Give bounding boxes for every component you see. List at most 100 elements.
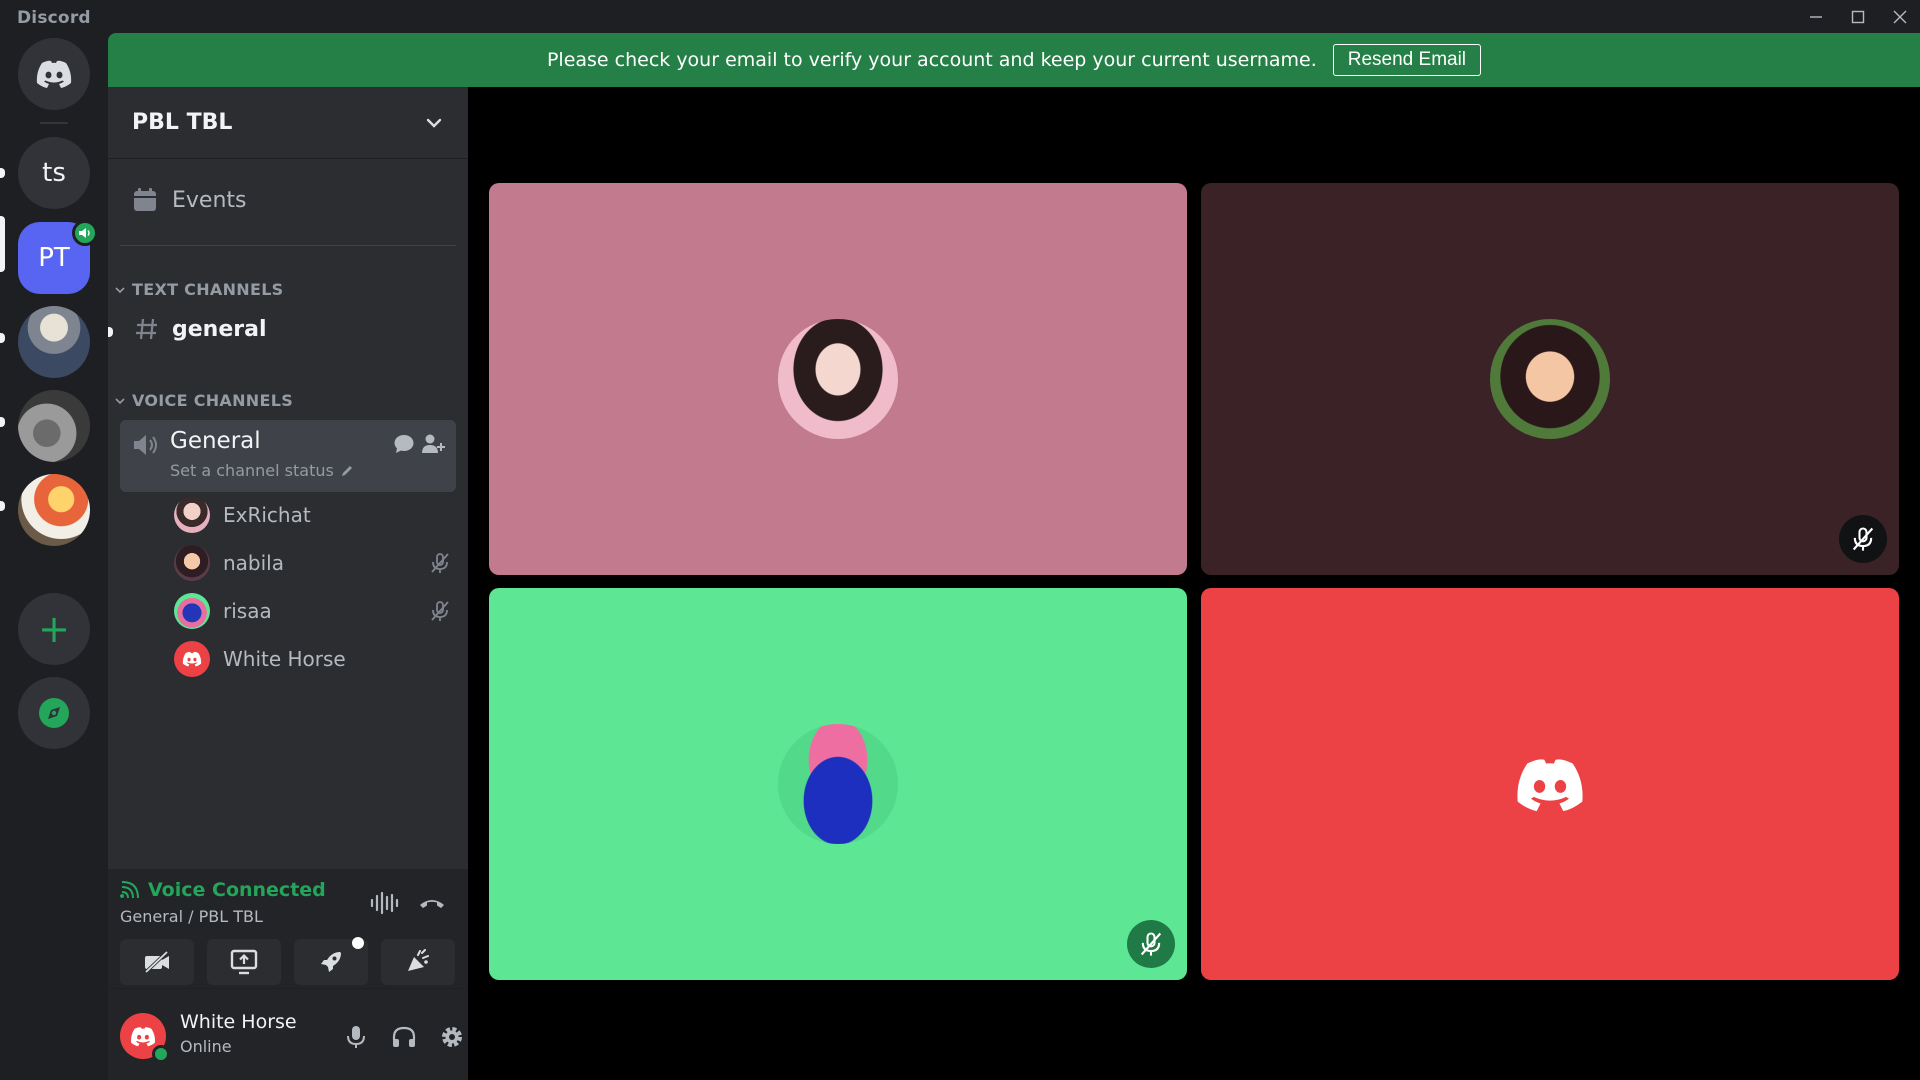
home-button[interactable] [18, 38, 90, 110]
user-status: Online [180, 1037, 232, 1056]
voice-channel-name: General [170, 428, 261, 454]
noise-suppression-button[interactable] [364, 883, 404, 923]
gear-icon [442, 1027, 462, 1047]
voice-connection-panel: Voice Connected General / PBL TBL [108, 869, 468, 989]
plus-icon: + [38, 607, 70, 651]
discord-logo-icon [36, 60, 72, 88]
category-label: VOICE CHANNELS [132, 391, 294, 410]
avatar [174, 545, 210, 581]
add-server-button[interactable]: + [18, 593, 90, 665]
close-icon[interactable] [1879, 0, 1920, 33]
speaker-icon [72, 220, 98, 246]
title-bar: Discord [0, 0, 1920, 33]
voice-member[interactable]: nabila [174, 543, 454, 583]
channel-status-button[interactable]: Set a channel status [170, 461, 354, 480]
participant-tile[interactable] [1201, 183, 1899, 575]
soundboard-button[interactable] [381, 939, 455, 985]
guild-header[interactable]: PBL TBL [108, 87, 468, 159]
server-unread-pill [0, 168, 5, 178]
category-voice-channels[interactable]: VOICE CHANNELS [114, 391, 293, 410]
participant-tile[interactable] [489, 588, 1187, 980]
disconnect-button[interactable] [412, 883, 452, 923]
chat-bubble-icon[interactable] [392, 432, 416, 456]
discover-button[interactable] [18, 677, 90, 749]
server-unread-pill [0, 333, 5, 343]
discord-app: Discord ts PT + Please check your email … [0, 0, 1920, 1080]
voice-status-label: Voice Connected [148, 879, 326, 901]
server-photo-3[interactable] [18, 474, 90, 546]
server-ts-label: ts [42, 158, 66, 188]
voice-member[interactable]: White Horse [174, 639, 454, 679]
username[interactable]: White Horse [180, 1011, 297, 1033]
member-name: risaa [223, 599, 272, 623]
member-name: White Horse [223, 647, 346, 671]
divider [120, 245, 456, 246]
server-ts[interactable]: ts [18, 137, 90, 209]
add-member-icon[interactable] [420, 432, 446, 456]
channel-status-label: Set a channel status [170, 461, 334, 480]
mute-button[interactable] [336, 1017, 376, 1057]
window-brand: Discord [17, 8, 91, 28]
pencil-icon [341, 465, 352, 476]
mic-muted-icon [1127, 920, 1175, 968]
camera-toggle-button[interactable] [120, 939, 194, 985]
server-unread-pill [0, 417, 5, 427]
screen-share-icon [230, 949, 258, 975]
avatar [174, 497, 210, 533]
avatar [174, 641, 210, 677]
guild-name: PBL TBL [132, 110, 233, 135]
participant-tile[interactable] [489, 183, 1187, 575]
channel-label: general [172, 316, 267, 342]
minimize-icon[interactable] [1795, 0, 1837, 33]
mic-muted-icon [1839, 515, 1887, 563]
server-rail: ts PT + [0, 33, 108, 1080]
camera-off-icon [144, 950, 169, 974]
activities-button[interactable] [294, 937, 368, 985]
voice-location[interactable]: General / PBL TBL [120, 907, 263, 926]
voice-channel-general[interactable]: General Set a channel status [120, 420, 456, 492]
hash-icon [136, 318, 157, 340]
server-photo-2[interactable] [18, 390, 90, 462]
online-status-icon [152, 1045, 170, 1063]
notice-text: Please check your email to verify your a… [546, 49, 1317, 71]
participant-avatar [1490, 319, 1610, 439]
discord-logo-icon [131, 1026, 155, 1046]
server-photo-1[interactable] [18, 306, 90, 378]
resend-email-button[interactable]: Resend Email [1332, 44, 1482, 76]
events-item[interactable]: Events [132, 187, 247, 213]
compass-icon [39, 698, 69, 728]
rail-separator [40, 122, 68, 124]
avatar [174, 593, 210, 629]
server-active-pill [0, 216, 5, 272]
server-unread-pill [0, 501, 5, 511]
settings-button[interactable] [432, 1017, 472, 1057]
discord-logo-icon [182, 651, 202, 667]
mic-muted-icon [431, 553, 449, 573]
server-pbl-tbl[interactable]: PT [18, 220, 98, 294]
channel-general[interactable]: general [134, 316, 267, 342]
voice-member[interactable]: risaa [174, 591, 454, 631]
phone-hangup-icon [420, 900, 444, 908]
channel-sidebar: PBL TBL Events TEXT CHANNELS general VOI… [108, 87, 468, 1080]
category-text-channels[interactable]: TEXT CHANNELS [114, 280, 284, 299]
waveform-icon [370, 891, 399, 915]
voice-member[interactable]: ExRichat [174, 495, 454, 535]
participant-avatar [778, 319, 898, 439]
soundboard-icon [408, 949, 429, 971]
discord-logo-icon [1517, 758, 1583, 811]
deafen-button[interactable] [384, 1017, 424, 1057]
share-screen-button[interactable] [207, 939, 281, 985]
rocket-icon [321, 952, 341, 972]
events-label: Events [172, 187, 247, 213]
chevron-down-icon [115, 286, 125, 293]
participant-tile[interactable] [1201, 588, 1899, 980]
signal-icon [120, 881, 139, 899]
maximize-icon[interactable] [1837, 0, 1879, 33]
member-name: nabila [223, 551, 284, 575]
microphone-icon [347, 1026, 365, 1048]
mic-muted-icon [431, 601, 449, 621]
voice-status[interactable]: Voice Connected [120, 879, 326, 901]
calendar-icon [134, 188, 156, 211]
member-name: ExRichat [223, 503, 311, 527]
server-pt-label: PT [38, 243, 70, 273]
